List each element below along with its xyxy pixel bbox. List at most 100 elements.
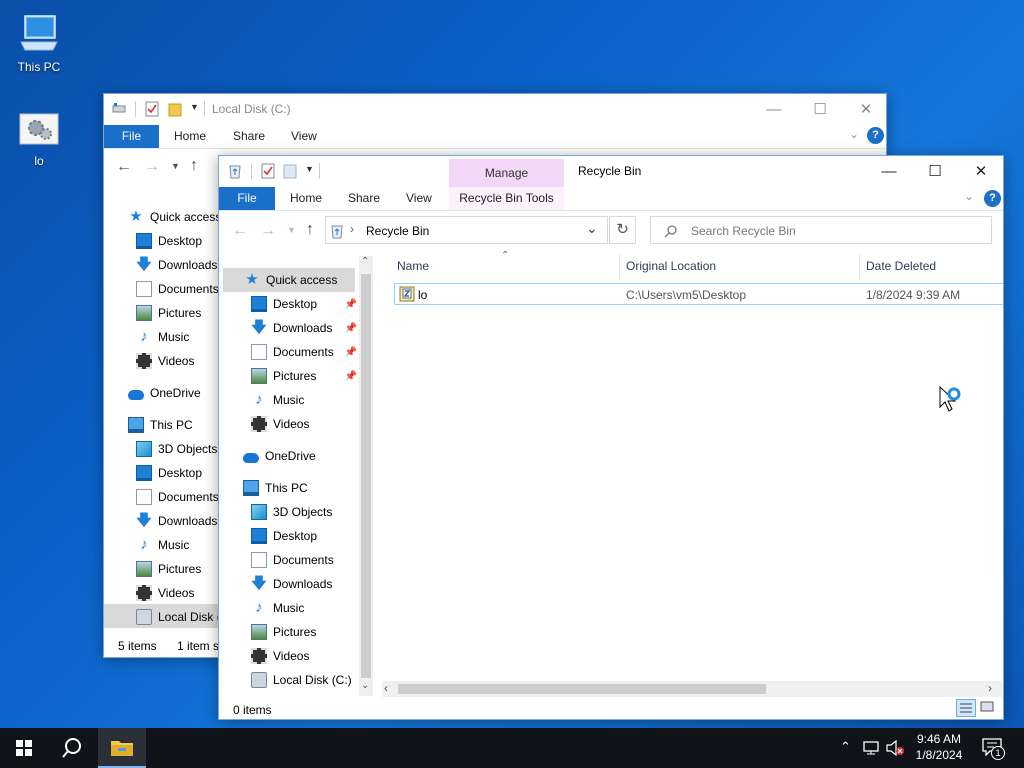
recent-locations-icon[interactable]: ▼	[287, 225, 296, 235]
notification-center-button[interactable]: 1	[982, 738, 1008, 760]
table-row[interactable]: lo C:\Users\vm5\Desktop 1/8/2024 9:39 AM	[394, 283, 1003, 305]
pin-icon[interactable]: 📌	[345, 371, 357, 382]
recycle-bin-window[interactable]: ▼ Manage Recycle Bin — ☐ ✕ File Home Sha…	[218, 155, 1004, 720]
nav-item[interactable]: 🡇 Downloads	[136, 510, 217, 532]
forward-arrow-icon[interactable]: →	[144, 158, 160, 176]
properties-icon[interactable]	[145, 101, 159, 117]
nav-item[interactable]: Videos	[251, 645, 309, 667]
nav-item[interactable]: OneDrive	[128, 382, 201, 404]
show-hidden-icons-icon[interactable]: ⌃	[840, 739, 851, 755]
nav-item[interactable]: Pictures	[136, 302, 201, 324]
nav-item[interactable]: Desktop 📌	[251, 293, 359, 315]
back-arrow-icon[interactable]: ←	[232, 222, 248, 240]
column-header-name[interactable]: Name	[397, 259, 429, 277]
nav-scroll-thumb[interactable]	[361, 274, 371, 678]
column-header-original-location[interactable]: Original Location	[626, 259, 716, 277]
horizontal-scrollbar[interactable]: ‹ ›	[382, 681, 1002, 697]
nav-item[interactable]: OneDrive	[243, 445, 316, 467]
maximize-button[interactable]: ☐	[797, 94, 843, 124]
nav-item[interactable]: Pictures	[251, 621, 316, 643]
qat-dropdown-icon[interactable]: ▼	[190, 102, 199, 112]
tab-home[interactable]: Home	[174, 125, 206, 148]
nav-item[interactable]: Documents	[136, 486, 219, 508]
nav-item[interactable]: Pictures 📌	[251, 365, 359, 387]
details-view-button[interactable]	[956, 699, 976, 717]
title-bar[interactable]: ▼ Local Disk (C:) — ☐ ✕	[104, 94, 886, 125]
nav-scrollbar[interactable]: ⌃ ⌄	[359, 256, 373, 696]
tab-share[interactable]: Share	[233, 125, 265, 148]
nav-item[interactable]: Videos	[251, 413, 309, 435]
scroll-down-icon[interactable]: ⌄	[361, 680, 369, 691]
qat-dropdown-icon[interactable]: ▼	[305, 164, 314, 174]
nav-item[interactable]: Pictures	[136, 558, 201, 580]
nav-item-local-disk[interactable]: Local Disk (	[136, 606, 221, 628]
help-icon[interactable]: ?	[984, 190, 1001, 207]
nav-item[interactable]: Videos	[136, 582, 194, 604]
pin-icon[interactable]: 📌	[345, 299, 357, 310]
nav-item[interactable]: Desktop	[136, 462, 202, 484]
search-button[interactable]	[48, 728, 96, 768]
close-button[interactable]: ✕	[843, 94, 886, 124]
minimize-button[interactable]: —	[751, 94, 797, 124]
up-arrow-icon[interactable]: ↑	[190, 157, 198, 175]
nav-item[interactable]: ♪ Music	[136, 534, 189, 556]
nav-item[interactable]: 3D Objects	[136, 438, 217, 460]
nav-item[interactable]: Desktop	[251, 525, 317, 547]
nav-item[interactable]: This PC	[243, 477, 308, 499]
nav-item[interactable]: Local Disk (C:)	[251, 669, 352, 691]
manage-contextual-tab[interactable]: Manage	[449, 159, 564, 187]
expand-ribbon-icon[interactable]: ⌄	[964, 189, 974, 203]
large-icons-view-button[interactable]	[979, 700, 997, 716]
horizontal-scroll-thumb[interactable]	[398, 684, 766, 694]
nav-item[interactable]: ♪ Music	[251, 389, 304, 411]
new-folder-icon[interactable]	[283, 163, 297, 179]
scroll-right-icon[interactable]: ›	[988, 681, 992, 695]
file-explorer-taskbar-button[interactable]	[98, 728, 146, 768]
tab-view[interactable]: View	[406, 187, 432, 210]
tab-home[interactable]: Home	[290, 187, 322, 210]
nav-item[interactable]: ♪ Music	[136, 326, 189, 348]
nav-item[interactable]: This PC	[128, 414, 193, 436]
desktop-icon-this-pc[interactable]: This PC	[1, 10, 77, 74]
clock[interactable]: 9:46 AM 1/8/2024	[910, 731, 968, 763]
start-button[interactable]	[0, 728, 48, 768]
search-box[interactable]: Search Recycle Bin	[650, 216, 992, 244]
scroll-up-icon[interactable]: ⌃	[361, 256, 369, 267]
network-icon[interactable]	[862, 740, 880, 756]
maximize-button[interactable]: ☐	[912, 156, 958, 186]
back-arrow-icon[interactable]: ←	[116, 158, 132, 176]
forward-arrow-icon[interactable]: →	[260, 222, 276, 240]
minimize-button[interactable]: —	[866, 156, 912, 186]
title-bar[interactable]: ▼ Manage Recycle Bin — ☐ ✕	[219, 156, 1003, 187]
recent-locations-icon[interactable]: ▼	[171, 161, 180, 171]
tab-view[interactable]: View	[291, 125, 317, 148]
close-button[interactable]: ✕	[958, 156, 1003, 186]
address-bar[interactable]: › Recycle Bin ⌄	[325, 216, 608, 244]
help-icon[interactable]: ?	[867, 127, 884, 144]
nav-item[interactable]: Documents	[136, 278, 219, 300]
new-folder-icon[interactable]	[168, 101, 182, 117]
nav-item[interactable]: ♪ Music	[251, 597, 304, 619]
breadcrumb-chevron-icon[interactable]: ›	[350, 222, 354, 236]
nav-item[interactable]: 3D Objects	[251, 501, 332, 523]
tab-file[interactable]: File	[104, 125, 159, 148]
address-dropdown-icon[interactable]: ⌄	[586, 220, 598, 237]
nav-item[interactable]: 🡇 Downloads	[251, 573, 332, 595]
volume-muted-icon[interactable]	[885, 740, 905, 756]
nav-item[interactable]: Documents 📌	[251, 341, 359, 363]
up-arrow-icon[interactable]: ↑	[306, 221, 314, 239]
scroll-left-icon[interactable]: ‹	[384, 681, 388, 695]
nav-item[interactable]: ★ Quick access	[128, 206, 221, 228]
nav-item[interactable]: Documents	[251, 549, 334, 571]
tab-file[interactable]: File	[219, 187, 275, 210]
pin-icon[interactable]: 📌	[345, 347, 357, 358]
nav-item[interactable]: Desktop	[136, 230, 202, 252]
tab-share[interactable]: Share	[348, 187, 380, 210]
desktop-icon-lo[interactable]: lo	[1, 112, 77, 168]
nav-item[interactable]: Videos	[136, 350, 194, 372]
expand-ribbon-icon[interactable]: ⌄	[849, 127, 859, 141]
tab-recycle-bin-tools[interactable]: Recycle Bin Tools	[449, 187, 564, 210]
nav-item[interactable]: 🡇 Downloads	[136, 254, 217, 276]
pin-icon[interactable]: 📌	[345, 323, 357, 334]
nav-item[interactable]: 🡇 Downloads 📌	[251, 317, 359, 339]
